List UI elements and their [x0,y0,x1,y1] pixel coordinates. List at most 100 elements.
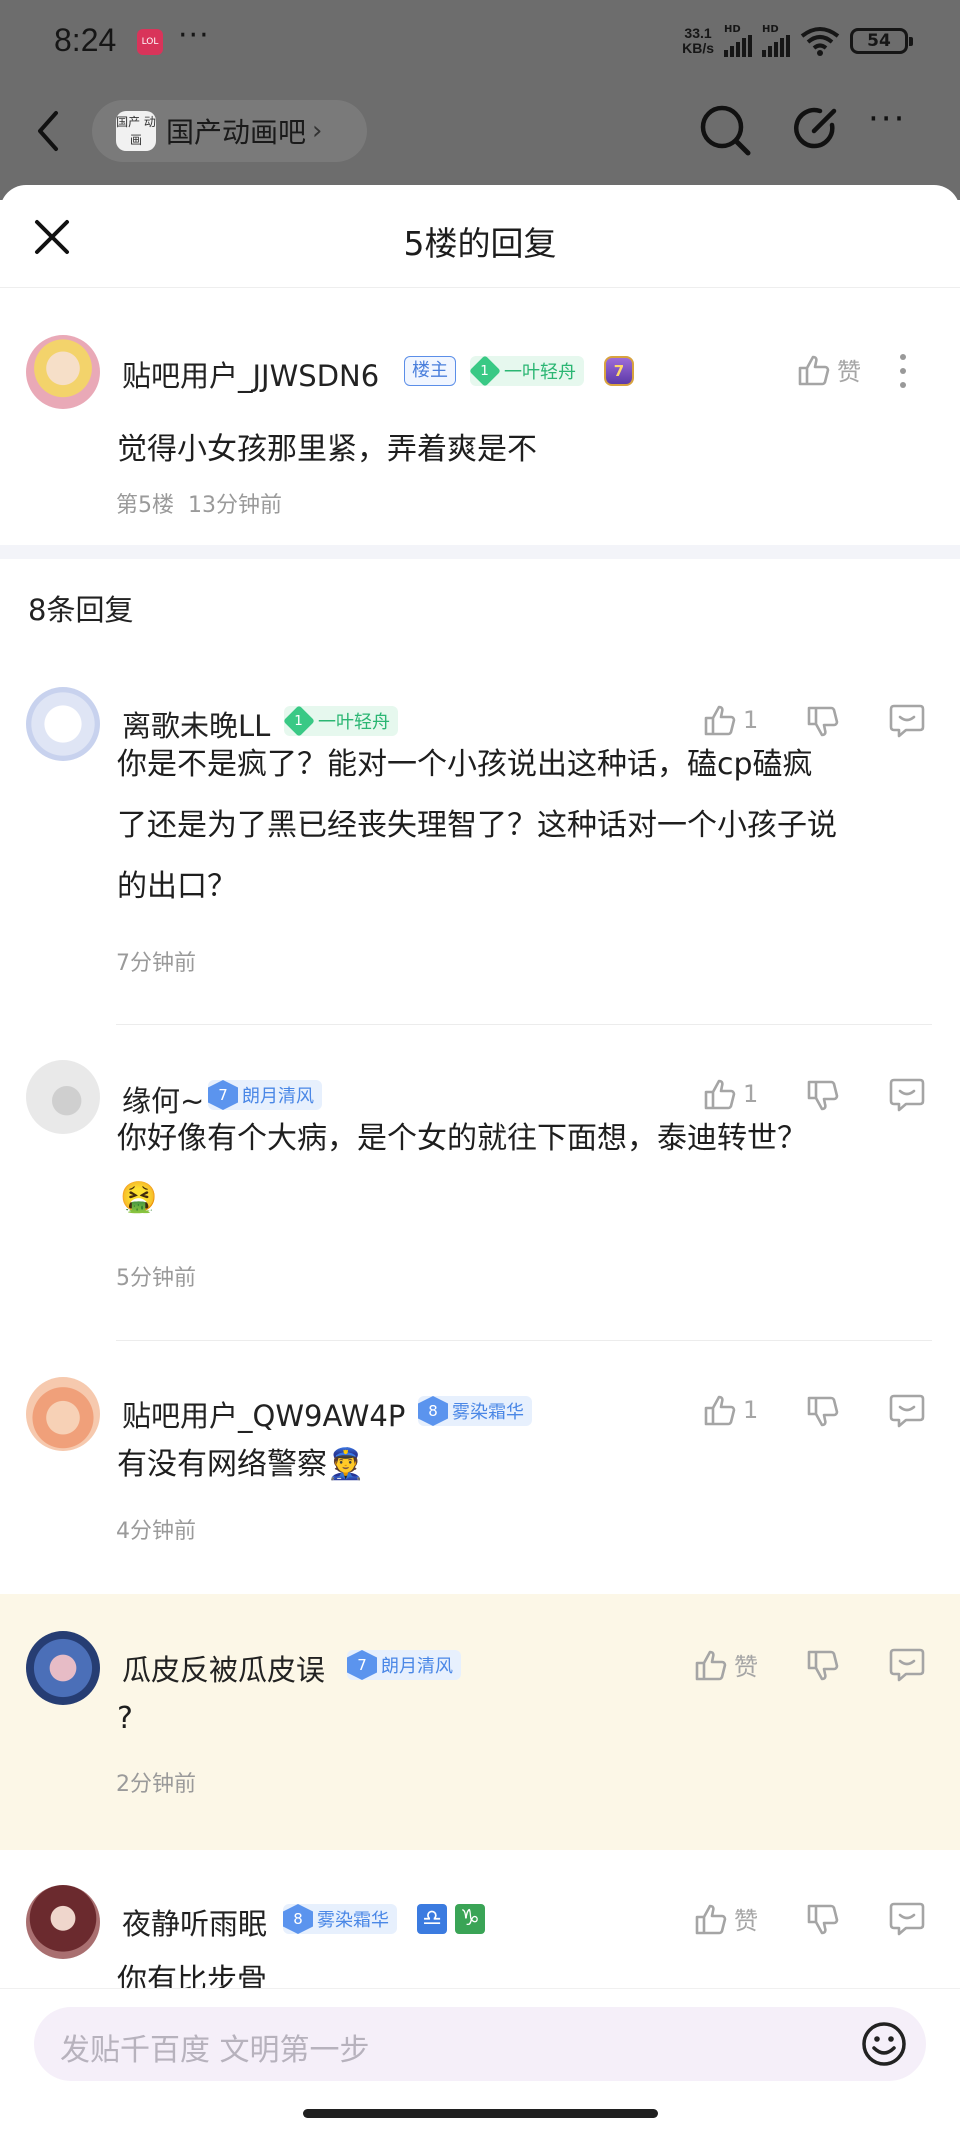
badge-level: 8 [293,1910,303,1928]
sheet-title: 5楼的回复 [403,224,557,263]
level-badge: 8 雾染霜华 [283,1904,397,1934]
username[interactable]: 离歌未晚LL [122,703,270,745]
search-icon[interactable] [698,103,752,157]
chevron-right-icon: › [312,116,323,146]
thumbs-down-icon[interactable] [806,1395,840,1429]
badge-level: 1 [480,363,490,379]
compose-icon[interactable] [792,103,842,153]
post-meta: 第5楼 13分钟前 [116,487,282,519]
forum-link[interactable]: 国产 动画 国产动画吧 › [92,100,367,162]
emoji-sticker: 🤮 [120,1180,158,1215]
username[interactable]: 贴吧用户_JJWSDN6 [122,353,379,395]
signal-hd-label: HD [724,24,741,35]
forum-logo: 国产 动画 [116,111,156,151]
thumbs-up-icon [695,1650,727,1680]
thumbs-down-icon[interactable] [806,1903,840,1937]
like-label: 赞 [734,1907,758,1935]
like-count: 1 [743,1396,759,1424]
capricorn-zodiac-icon: ♑ [455,1904,485,1934]
thumbs-down-icon[interactable] [806,705,840,739]
top-nav: 国产 动画 国产动画吧 › ··· [0,95,960,169]
avatar[interactable] [26,687,100,761]
reply-time: 4分钟前 [116,1519,196,1544]
badge-level: 7 [357,1656,367,1674]
avatar[interactable] [26,1885,100,1959]
badge-level: 8 [428,1402,438,1420]
member-level-icon: 7 [604,356,634,386]
badge-name: 朗月清风 [242,1086,314,1107]
level-badge: 7 朗月清风 [208,1080,322,1110]
reply-comment-icon[interactable] [888,1393,926,1429]
badge-level: 7 [218,1086,228,1104]
username[interactable]: 贴吧用户_QW9AW4P [122,1393,405,1435]
wifi-icon [800,26,840,56]
reply-time: 2分钟前 [116,1772,196,1797]
username[interactable]: 缘何~ [122,1078,204,1120]
avatar[interactable] [26,1060,100,1134]
home-indicator[interactable] [303,2109,658,2118]
username[interactable]: 瓜皮反被瓜皮误 [122,1647,325,1689]
like-button[interactable]: 赞 [694,1901,758,1936]
network-speed-unit: KB/s [682,39,714,56]
reply-comment-icon[interactable] [888,703,926,739]
thumbs-up-icon [704,705,736,736]
badge-name: 雾染霜华 [317,1910,389,1931]
reply-count: 8条回复 [28,593,134,627]
section-divider [0,545,960,559]
reply-comment-icon[interactable] [888,1077,926,1113]
status-bar: 8:24 LOL ··· 33.1 KB/s HD HD 54 [0,0,960,84]
badge-name: 朗月清风 [381,1656,453,1677]
avatar[interactable] [26,1377,100,1451]
thumbs-down-icon[interactable] [806,1649,840,1683]
reply-content-line: 的出口？ [117,869,237,904]
background-page: 8:24 LOL ··· 33.1 KB/s HD HD 54 国产 动画 国产… [0,0,960,200]
thumbs-up-icon [798,355,830,385]
status-indicators: 33.1 KB/s HD HD 54 [682,24,913,57]
like-label: 赞 [734,1653,758,1681]
reply-comment-icon[interactable] [888,1647,926,1683]
reply-content-line: 有没有网络警察👮 [117,1447,365,1482]
level-badge: 1 一叶轻舟 [283,705,398,737]
like-button[interactable]: 1 [703,703,758,737]
reply-comment-icon[interactable] [888,1901,926,1937]
more-menu-icon[interactable]: ··· [868,99,906,139]
thumbs-up-icon [704,1395,736,1426]
badge-name: 一叶轻舟 [504,362,576,383]
avatar[interactable] [26,335,100,409]
thumbs-up-icon [704,1079,736,1110]
badge-name: 雾染霜华 [452,1402,524,1423]
forum-name: 国产动画吧 [166,116,307,149]
signal-icon-2: HD [762,24,790,57]
more-options-icon[interactable] [898,353,908,389]
like-count: 1 [743,706,759,734]
sheet-header: 5楼的回复 [0,185,960,288]
username[interactable]: 夜静听雨眠 [122,1901,267,1943]
avatar[interactable] [26,1631,100,1705]
app-notification-icon: LOL [137,29,163,55]
like-button[interactable]: 赞 [694,1647,758,1682]
level-badge: 7 朗月清风 [347,1650,461,1680]
post-content: 觉得小女孩那里紧，弄着爽是不 [117,432,537,467]
reply-content-line: 你是不是疯了？能对一个小孩说出这种话，磕cp磕疯 [117,747,813,782]
like-button[interactable]: 赞 [797,352,861,387]
replies-sheet: 5楼的回复 贴吧用户_JJWSDN6 楼主 1 一叶轻舟 7 赞 觉得小女孩那里… [0,185,960,2133]
network-speed-value: 33.1 [684,24,712,41]
comment-input[interactable]: 发贴千百度 文明第一步 [34,2007,926,2081]
reply-time: 5分钟前 [116,1266,196,1291]
row-divider [116,1340,932,1341]
reply-content-line: ? [117,1701,133,1736]
thumbs-up-icon [695,1904,727,1934]
status-time: 8:24 [54,22,117,58]
row-divider [116,1024,932,1025]
back-arrow-icon[interactable] [34,109,64,153]
battery-icon: 54 [850,27,913,54]
badge-level: 1 [294,713,304,729]
reply-content-line: 了还是为了黑已经丧失理智了？这种话对一个小孩子说 [117,808,837,843]
like-button[interactable]: 1 [703,1393,758,1427]
status-more-icon: ··· [178,18,210,53]
emoji-smile-icon[interactable] [860,2020,908,2068]
libra-zodiac-icon: ♎ [417,1904,447,1934]
thumbs-down-icon[interactable] [806,1079,840,1113]
level-badge: 1 一叶轻舟 [469,355,584,387]
like-button[interactable]: 1 [703,1077,758,1111]
